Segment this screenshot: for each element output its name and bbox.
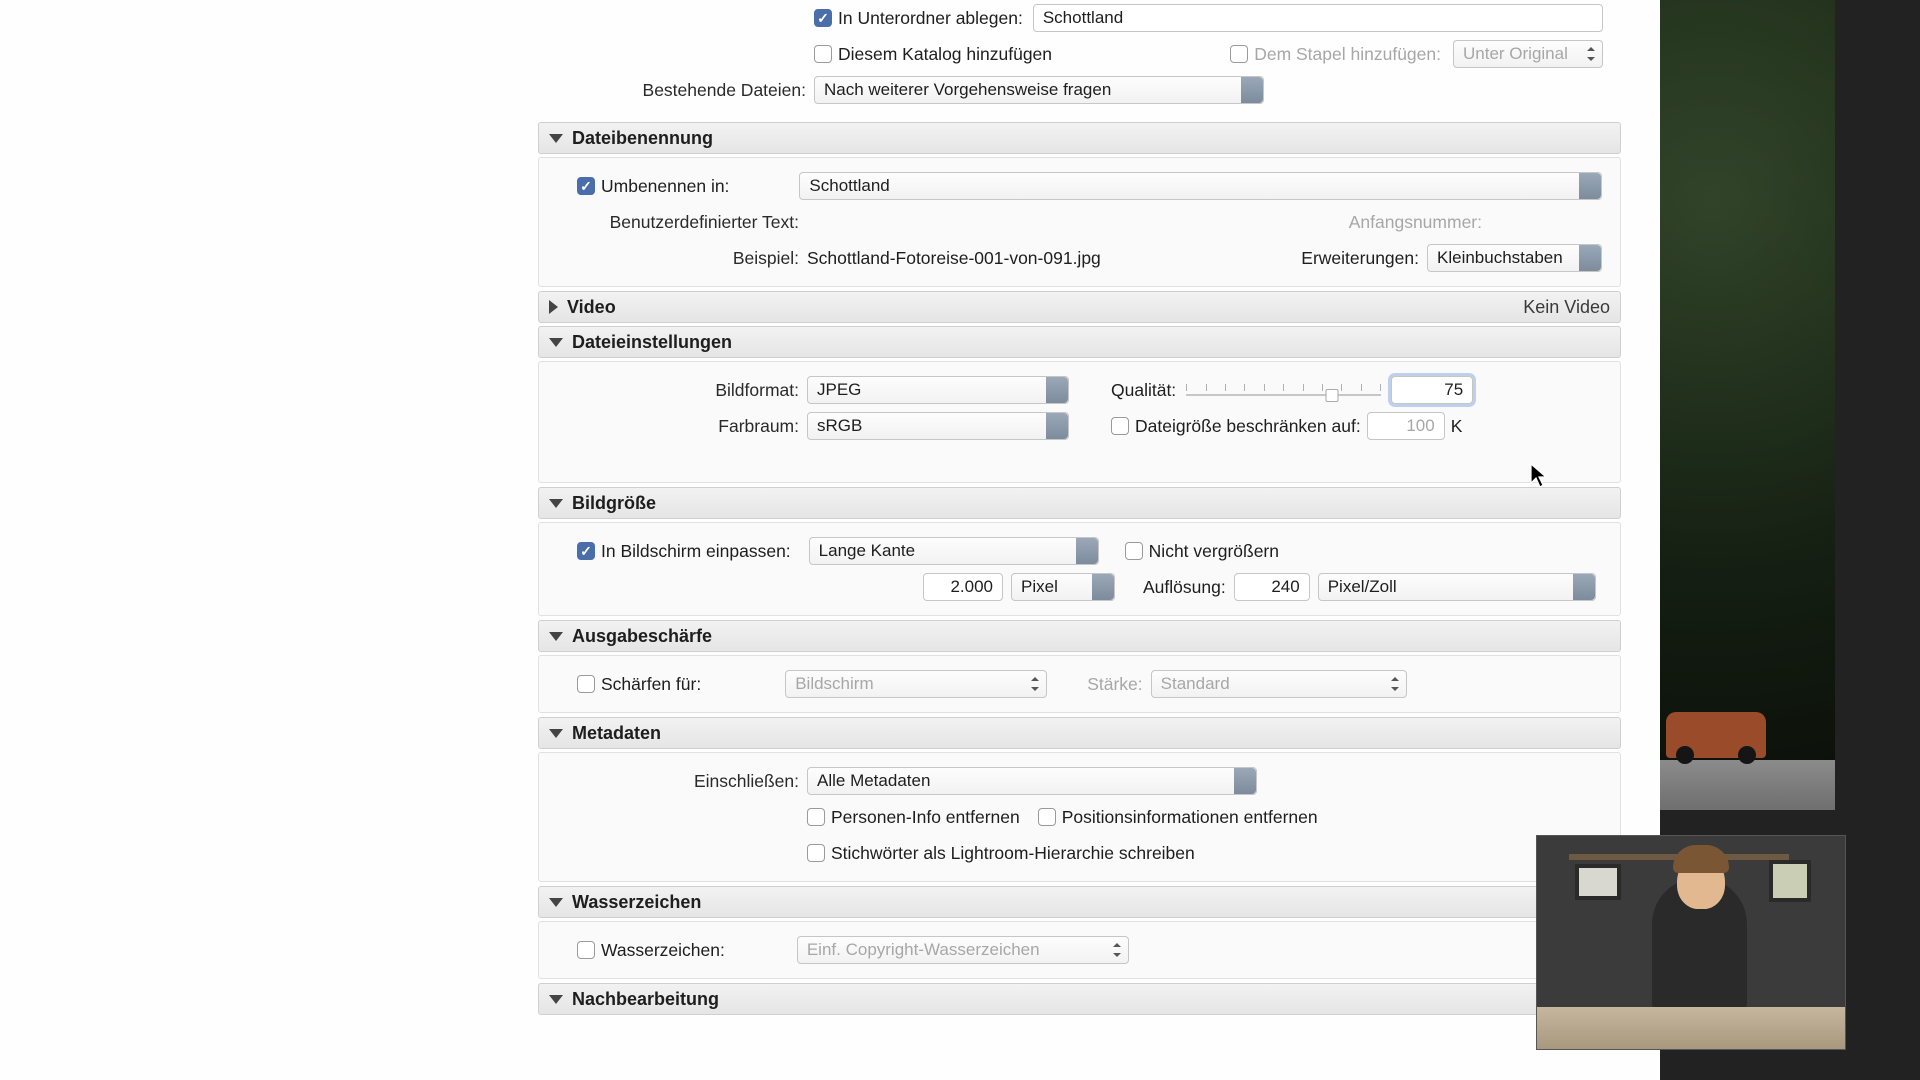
stack-position-select: Unter Original — [1453, 40, 1603, 68]
example-label: Beispiel: — [547, 248, 807, 269]
include-select[interactable]: Alle Metadaten — [807, 767, 1257, 795]
remove-person-checkbox[interactable]: Personen-Info entfernen — [807, 807, 1020, 828]
rename-checkbox[interactable]: Umbenennen in: — [577, 176, 729, 197]
video-status: Kein Video — [1523, 297, 1610, 318]
remove-position-checkbox[interactable]: Positionsinformationen entfernen — [1038, 807, 1318, 828]
resolution-label: Auflösung: — [1143, 577, 1226, 598]
disclosure-triangle-icon — [549, 338, 563, 347]
section-size-header[interactable]: Bildgröße — [538, 487, 1621, 519]
watermark-checkbox[interactable]: Wasserzeichen: — [577, 940, 725, 961]
quality-input[interactable]: 75 — [1391, 376, 1473, 404]
section-post-header[interactable]: Nachbearbeitung — [538, 983, 1621, 1015]
export-dialog-panel: In Unterordner ablegen: Schottland Diese… — [538, 0, 1621, 1018]
sharpen-amount-select: Standard — [1151, 670, 1407, 698]
keywords-hierarchy-checkbox[interactable]: Stichwörter als Lightroom-Hierarchie sch… — [807, 843, 1195, 864]
section-video-header[interactable]: VideoKein Video — [538, 291, 1621, 323]
existing-files-label: Bestehende Dateien: — [546, 80, 814, 101]
rename-preset-select[interactable]: Schottland — [799, 172, 1602, 200]
limit-size-input: 100 — [1367, 412, 1445, 440]
resolution-unit-select[interactable]: Pixel/Zoll — [1318, 573, 1596, 601]
format-label: Bildformat: — [547, 380, 807, 401]
example-value: Schottland-Fotoreise-001-von-091.jpg — [807, 248, 1101, 269]
quality-slider[interactable] — [1186, 380, 1381, 400]
quality-label: Qualität: — [1111, 380, 1176, 401]
subfolder-input[interactable]: Schottland — [1033, 4, 1603, 32]
section-metadata-header[interactable]: Metadaten — [538, 717, 1621, 749]
section-naming-header[interactable]: Dateibenennung — [538, 122, 1621, 154]
extensions-label: Erweiterungen: — [1301, 248, 1419, 269]
fit-select[interactable]: Lange Kante — [809, 537, 1099, 565]
format-select[interactable]: JPEG — [807, 376, 1069, 404]
webcam-overlay — [1536, 835, 1846, 1050]
limit-size-checkbox[interactable]: Dateigröße beschränken auf: — [1111, 416, 1361, 437]
add-catalog-checkbox[interactable]: Diesem Katalog hinzufügen — [814, 44, 1052, 65]
section-file-header[interactable]: Dateieinstellungen — [538, 326, 1621, 358]
dimension-input[interactable]: 2.000 — [923, 573, 1003, 601]
sharpen-for-select: Bildschirm — [785, 670, 1047, 698]
watermark-select: Einf. Copyright-Wasserzeichen — [797, 936, 1129, 964]
subfolder-label: In Unterordner ablegen: — [838, 8, 1023, 29]
disclosure-triangle-icon — [549, 995, 563, 1004]
section-sharpen-header[interactable]: Ausgabeschärfe — [538, 620, 1621, 652]
colorspace-select[interactable]: sRGB — [807, 412, 1069, 440]
colorspace-label: Farbraum: — [547, 416, 807, 437]
resolution-input[interactable]: 240 — [1234, 573, 1310, 601]
include-label: Einschließen: — [547, 771, 807, 792]
limit-size-unit: K — [1451, 416, 1463, 437]
disclosure-triangle-icon — [549, 499, 563, 508]
sharpen-checkbox[interactable]: Schärfen für: — [577, 674, 701, 695]
disclosure-triangle-icon — [549, 898, 563, 907]
subfolder-checkbox[interactable]: In Unterordner ablegen: — [814, 8, 1023, 29]
add-stack-checkbox: Dem Stapel hinzufügen: — [1230, 44, 1441, 65]
disclosure-triangle-icon — [549, 632, 563, 641]
disclosure-triangle-icon — [549, 300, 558, 314]
disclosure-triangle-icon — [549, 729, 563, 738]
section-watermark-header[interactable]: Wasserzeichen — [538, 886, 1621, 918]
extensions-select[interactable]: Kleinbuchstaben — [1427, 244, 1602, 272]
disclosure-triangle-icon — [549, 134, 563, 143]
fit-checkbox[interactable]: In Bildschirm einpassen: — [577, 541, 791, 562]
no-enlarge-checkbox[interactable]: Nicht vergrößern — [1125, 541, 1279, 562]
dimension-unit-select[interactable]: Pixel — [1011, 573, 1115, 601]
background-photo — [1660, 0, 1835, 810]
existing-files-select[interactable]: Nach weiterer Vorgehensweise fragen — [814, 76, 1264, 104]
sharpen-amount-label: Stärke: — [1087, 674, 1142, 695]
